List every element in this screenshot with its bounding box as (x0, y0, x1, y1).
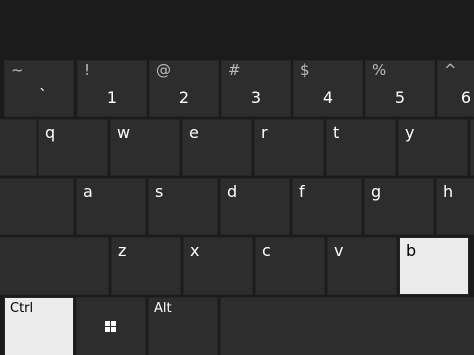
key-y[interactable]: y (398, 119, 468, 176)
key-char: t (333, 123, 340, 142)
key-char: r (261, 123, 268, 142)
key-h[interactable]: h (436, 178, 474, 235)
key-char: v (334, 241, 344, 260)
key-caps-lock[interactable] (0, 178, 74, 235)
key-shift-char: ! (84, 61, 91, 79)
key-char: a (83, 182, 93, 201)
key-d[interactable]: d (220, 178, 290, 235)
key-q[interactable]: q (38, 119, 108, 176)
key-char: g (371, 182, 382, 201)
key-r[interactable]: r (254, 119, 324, 176)
key-char: 2 (178, 88, 190, 107)
key-shift-char: ~ (11, 61, 24, 79)
key-4[interactable]: $ 4 (293, 60, 363, 117)
key-char: d (227, 182, 238, 201)
key-alt[interactable]: Alt (148, 297, 218, 355)
key-char: s (155, 182, 164, 201)
key-z[interactable]: z (111, 237, 181, 295)
key-x[interactable]: x (183, 237, 253, 295)
key-char: Alt (154, 301, 172, 316)
key-char: ` (39, 86, 47, 105)
key-b[interactable]: b (399, 237, 469, 295)
key-char: 6 (460, 88, 472, 107)
key-shift-char: $ (300, 61, 310, 79)
key-char: 1 (106, 88, 118, 107)
key-char: 4 (322, 88, 334, 107)
key-u[interactable] (470, 119, 474, 176)
key-space[interactable] (220, 297, 474, 355)
key-char: z (118, 241, 127, 260)
key-g[interactable]: g (364, 178, 434, 235)
key-shift-char: @ (156, 61, 171, 79)
key-shift-char: % (372, 61, 387, 79)
key-t[interactable]: t (326, 119, 396, 176)
key-v[interactable]: v (327, 237, 397, 295)
key-c[interactable]: c (255, 237, 325, 295)
key-char: x (190, 241, 200, 260)
key-2[interactable]: @ 2 (149, 60, 219, 117)
key-char: 3 (250, 88, 262, 107)
key-a[interactable]: a (76, 178, 146, 235)
key-char: w (117, 123, 131, 142)
key-char: 5 (394, 88, 406, 107)
key-windows[interactable] (76, 297, 146, 355)
key-s[interactable]: s (148, 178, 218, 235)
key-shift-char: # (228, 61, 241, 79)
key-char: y (405, 123, 415, 142)
key-char: q (45, 123, 56, 142)
key-1[interactable]: ! 1 (77, 60, 147, 117)
key-char: f (299, 182, 305, 201)
key-char: c (262, 241, 271, 260)
key-f[interactable]: f (292, 178, 362, 235)
key-tab[interactable] (0, 119, 37, 176)
key-char: e (189, 123, 199, 142)
key-char: h (443, 182, 454, 201)
key-backtick[interactable]: ~ ` (4, 60, 74, 117)
key-5[interactable]: % 5 (365, 60, 435, 117)
key-3[interactable]: # 3 (221, 60, 291, 117)
on-screen-keyboard: ~ ` ! 1 @ 2 # 3 $ 4 % 5 ^ 6 q w e r t y (0, 0, 474, 355)
key-shift-char: ^ (444, 61, 457, 79)
key-char: b (406, 241, 417, 260)
key-e[interactable]: e (182, 119, 252, 176)
key-shift-left[interactable] (0, 237, 109, 295)
key-char: Ctrl (10, 301, 34, 316)
windows-logo-icon (105, 321, 116, 332)
key-ctrl[interactable]: Ctrl (4, 297, 74, 355)
key-w[interactable]: w (110, 119, 180, 176)
key-6[interactable]: ^ 6 (437, 60, 474, 117)
